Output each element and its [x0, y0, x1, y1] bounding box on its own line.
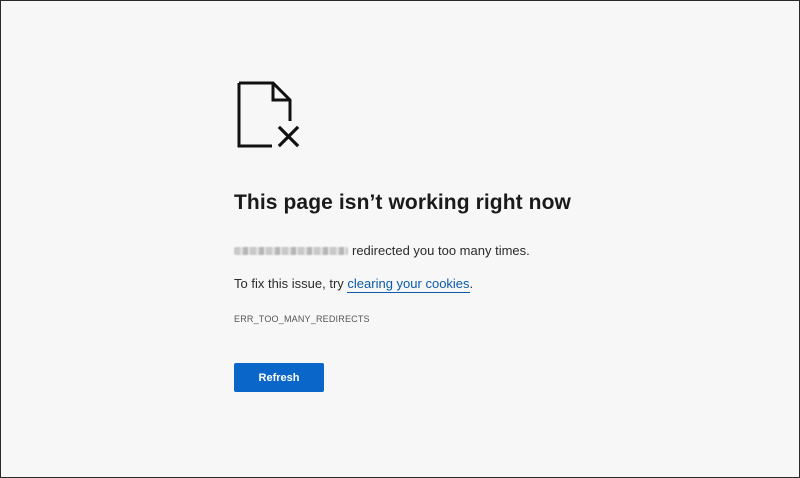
fix-message: To fix this issue, try clearing your coo… — [234, 276, 474, 293]
blurred-hostname — [234, 246, 348, 255]
redirect-text: redirected you too many times. — [352, 243, 530, 258]
fix-prefix: To fix this issue, try — [234, 276, 348, 291]
redirect-message: redirected you too many times. — [234, 243, 530, 258]
error-code: ERR_TOO_MANY_REDIRECTS — [234, 314, 370, 324]
refresh-button[interactable]: Refresh — [234, 363, 324, 392]
page-title: This page isn’t working right now — [234, 191, 571, 214]
broken-document-icon — [237, 81, 300, 148]
clear-cookies-link[interactable]: clearing your cookies — [347, 276, 470, 293]
fix-suffix: . — [469, 276, 474, 291]
browser-error-page: This page isn’t working right now redire… — [0, 0, 800, 478]
